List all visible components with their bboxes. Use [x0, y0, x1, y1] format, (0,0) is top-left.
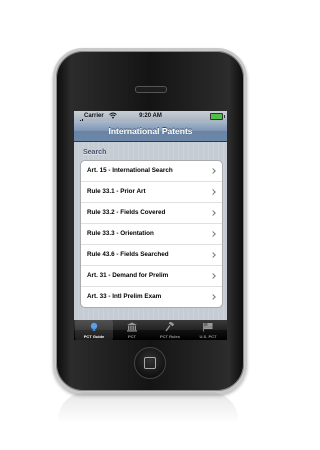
- tab-pct-guide[interactable]: PCT Guide: [75, 320, 113, 340]
- device-reflection: [58, 392, 238, 432]
- tab-label: PCT Guide: [83, 334, 105, 339]
- section-header: Search: [83, 149, 107, 156]
- list-item-label: Art. 33 - Intl Prelim Exam: [87, 293, 162, 300]
- tab-pct[interactable]: PCT: [113, 320, 151, 340]
- status-bar: Carrier 9:20 AM: [74, 111, 227, 124]
- page-title: International Patents: [108, 126, 193, 136]
- list-item[interactable]: Art. 33 - Intl Prelim Exam: [81, 287, 222, 307]
- chevron-right-icon: [210, 252, 216, 258]
- chevron-right-icon: [210, 189, 216, 195]
- chevron-right-icon: [210, 294, 216, 300]
- tab-us-pct[interactable]: U.S. PCT: [189, 320, 227, 340]
- tab-bar: PCT Guide PCT PCT Rules U.S. PCT: [74, 320, 227, 340]
- chevron-right-icon: [210, 231, 216, 237]
- grouped-table: Art. 15 - International Search Rule 33.1…: [80, 160, 223, 308]
- courthouse-icon: [127, 322, 137, 332]
- status-time: 9:20 AM: [139, 113, 162, 119]
- list-item-label: Rule 33.3 - Orientation: [87, 230, 154, 237]
- lightbulb-icon: [90, 322, 98, 331]
- chevron-right-icon: [210, 210, 216, 216]
- list-item[interactable]: Rule 33.1 - Prior Art: [81, 182, 222, 203]
- home-button[interactable]: [134, 347, 166, 379]
- list-item[interactable]: Rule 33.3 - Orientation: [81, 224, 222, 245]
- list-item[interactable]: Art. 15 - International Search: [81, 161, 222, 182]
- tab-pct-rules[interactable]: PCT Rules: [151, 320, 189, 340]
- list-item-label: Rule 43.6 - Fields Searched: [87, 251, 169, 258]
- list-item[interactable]: Rule 43.6 - Fields Searched: [81, 245, 222, 266]
- list-item-label: Rule 33.1 - Prior Art: [87, 188, 146, 195]
- tab-label: PCT: [128, 334, 136, 339]
- chevron-right-icon: [210, 168, 216, 174]
- list-item[interactable]: Art. 31 - Demand for Prelim: [81, 266, 222, 287]
- earpiece-speaker: [135, 86, 167, 93]
- chevron-right-icon: [210, 273, 216, 279]
- tab-label: U.S. PCT: [199, 334, 217, 339]
- battery-icon: [210, 113, 225, 120]
- list-item-label: Art. 15 - International Search: [87, 167, 173, 174]
- list-item-label: Art. 31 - Demand for Prelim: [87, 272, 169, 279]
- home-square-icon: [144, 357, 156, 369]
- app-screen: Carrier 9:20 AM International Patents Se…: [74, 111, 227, 340]
- tab-label: PCT Rules: [159, 334, 180, 339]
- list-item[interactable]: Rule 33.2 - Fields Covered: [81, 203, 222, 224]
- list-item-label: Rule 33.2 - Fields Covered: [87, 209, 166, 216]
- flag-icon: [203, 323, 213, 332]
- navigation-bar: International Patents: [74, 121, 227, 142]
- gavel-icon: [165, 322, 175, 332]
- list-content[interactable]: Search Art. 15 - International Search Ru…: [74, 142, 227, 320]
